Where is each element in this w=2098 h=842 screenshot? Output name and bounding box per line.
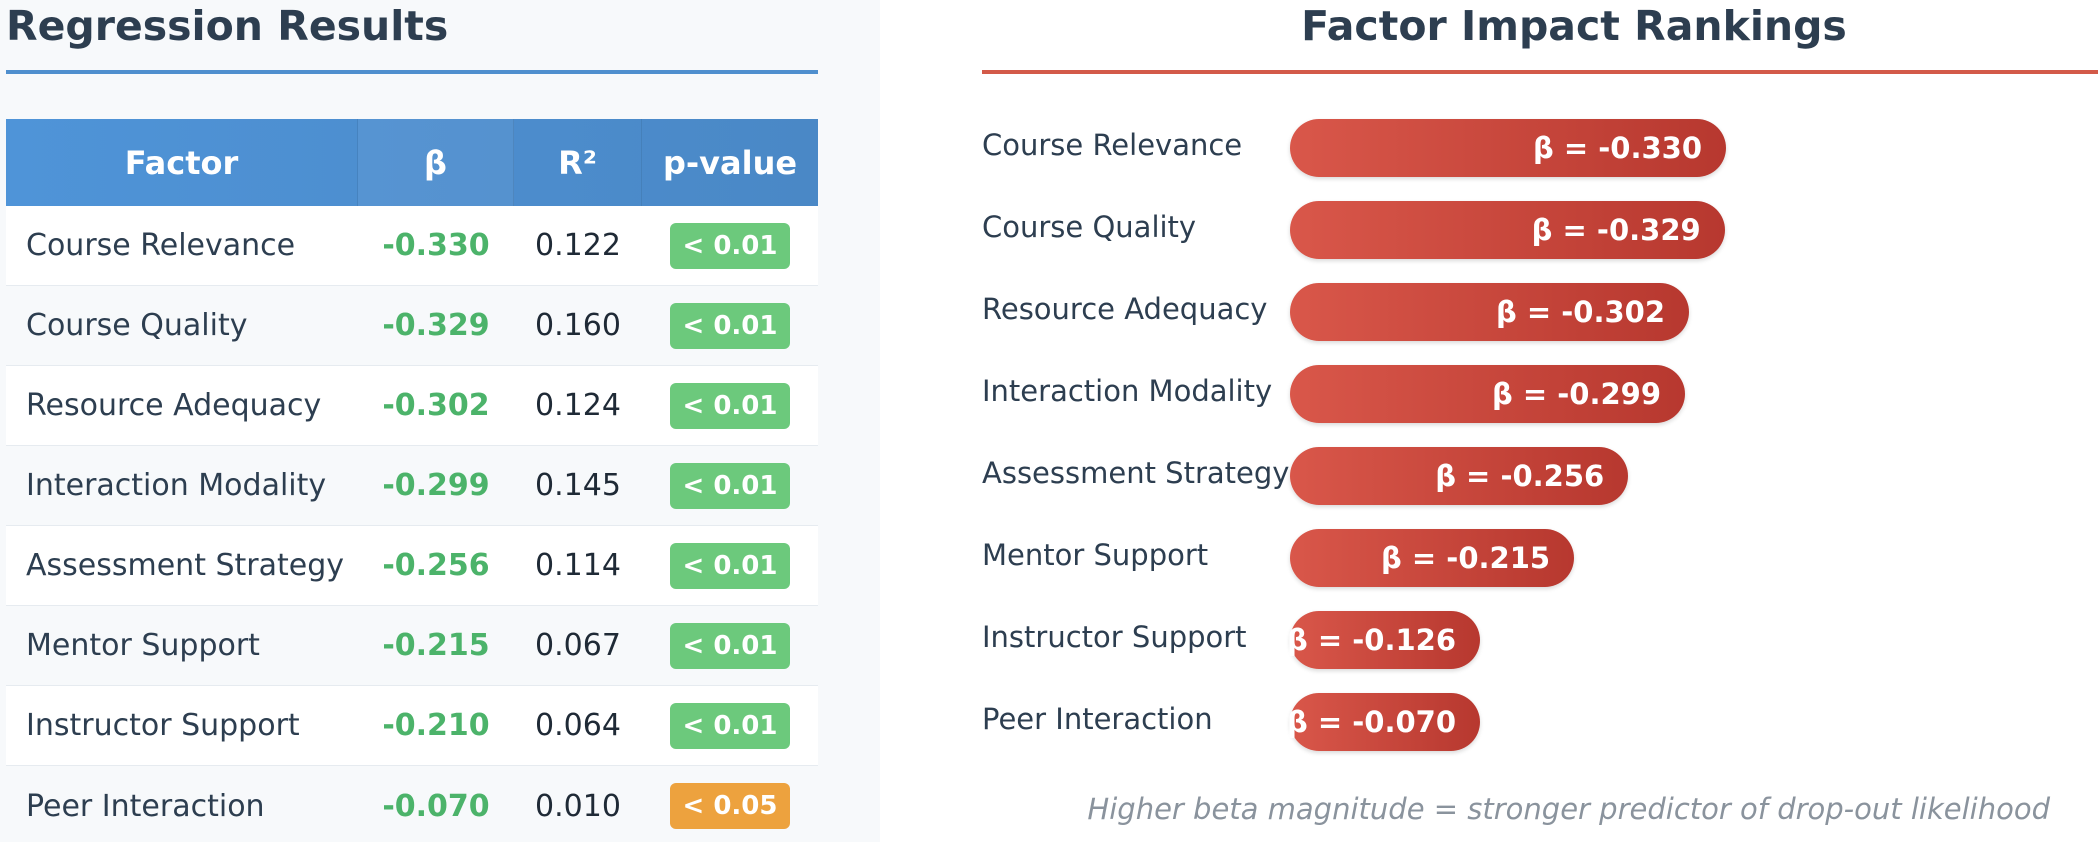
bar: β = -0.126 [1286,611,1480,669]
bar-label: Course Quality [982,210,1197,244]
p-value-badge: < 0.01 [670,702,790,749]
bar-label: Resource Adequacy [982,292,1268,326]
bar: β = -0.215 [1290,529,1575,587]
p-value-badge: < 0.01 [670,462,790,509]
cell-beta: -0.329 [382,308,490,343]
cell-beta: -0.210 [382,708,490,743]
cell-r2: 0.145 [535,468,621,503]
bar-value-label: β = -0.330 [1532,131,1702,165]
bar: β = -0.302 [1290,283,1689,341]
cell-factor: Course Relevance [26,228,296,263]
cell-beta: -0.070 [382,788,490,824]
cell-r2: 0.064 [535,708,621,743]
bar-value-label: β = -0.299 [1492,377,1662,411]
bar-value-label: β = -0.302 [1495,295,1665,329]
bar: β = -0.256 [1290,447,1629,505]
bar: β = -0.330 [1290,119,1726,177]
bar-value-label: β = -0.215 [1381,541,1551,575]
header-r2: R² [514,119,642,206]
cell-factor: Assessment Strategy [26,548,345,583]
cell-r2: 0.010 [535,788,621,824]
regression-results-title: Regression Results [6,2,449,50]
table-row: Instructor Support -0.210 0.064 < 0.01 [6,686,818,766]
p-value-badge: < 0.01 [670,302,790,349]
bar-label: Interaction Modality [982,374,1273,408]
table-row: Course Relevance -0.330 0.122 < 0.01 [6,206,818,286]
cell-r2: 0.067 [535,628,621,663]
bar-label: Instructor Support [982,620,1247,654]
bar-value-label: β = -0.070 [1286,705,1456,739]
regression-title-rule [6,70,818,74]
bar-value-label: β = -0.256 [1435,459,1605,493]
factor-impact-panel: Factor Impact Rankings Course Relevance β… [930,0,2098,842]
cell-factor: Mentor Support [26,628,260,663]
table-row: Interaction Modality -0.299 0.145 < 0.01 [6,446,818,526]
cell-r2: 0.160 [535,308,621,343]
cell-beta: -0.256 [382,548,490,583]
table-header: Factor β R² p-value [6,119,818,206]
cell-r2: 0.114 [535,548,621,583]
p-value-badge: < 0.01 [670,542,790,589]
bar: β = -0.299 [1290,365,1686,423]
table-row: Peer Interaction -0.070 0.010 < 0.05 [6,766,818,842]
p-value-badge: < 0.01 [670,222,790,269]
cell-r2: 0.124 [535,388,621,423]
bar: β = -0.329 [1290,201,1725,259]
cell-factor: Peer Interaction [26,788,265,824]
cell-factor: Course Quality [26,308,248,343]
p-value-badge: < 0.01 [670,382,790,429]
bar-label: Mentor Support [982,538,1209,572]
table-row: Resource Adequacy -0.302 0.124 < 0.01 [6,366,818,446]
bar-chart: Course Relevance β = -0.330 Course Quality… [930,0,2098,800]
table-row: Assessment Strategy -0.256 0.114 < 0.01 [6,526,818,606]
regression-results-panel: Regression Results Factor β R² p-value C… [0,0,880,842]
bar-value-label: β = -0.329 [1531,213,1701,247]
cell-beta: -0.330 [382,228,490,263]
p-value-badge: < 0.05 [670,783,790,829]
bar: β = -0.070 [1286,693,1480,751]
header-p-value: p-value [662,143,798,182]
bar-label: Peer Interaction [982,702,1213,736]
table-row: Course Quality -0.329 0.160 < 0.01 [6,286,818,366]
cell-factor: Resource Adequacy [26,388,322,423]
header-factor: Factor [6,119,358,206]
table-row: Mentor Support -0.215 0.067 < 0.01 [6,606,818,686]
p-value-badge: < 0.01 [670,622,790,669]
bar-label: Course Relevance [982,128,1243,162]
cell-beta: -0.215 [382,628,490,663]
cell-beta: -0.302 [382,388,490,423]
header-beta: β [358,119,514,206]
bar-value-label: β = -0.126 [1286,623,1456,657]
bar-label: Assessment Strategy [982,456,1290,490]
cell-factor: Instructor Support [26,708,300,743]
cell-r2: 0.122 [535,228,621,263]
table-body: Course Relevance -0.330 0.122 < 0.01 Cou… [6,206,818,842]
regression-table: Factor β R² p-value Course Relevance -0.… [6,119,818,842]
cell-beta: -0.299 [382,468,490,503]
cell-factor: Interaction Modality [26,468,327,503]
chart-annotation: Higher beta magnitude = stronger predict… [1087,792,2050,826]
